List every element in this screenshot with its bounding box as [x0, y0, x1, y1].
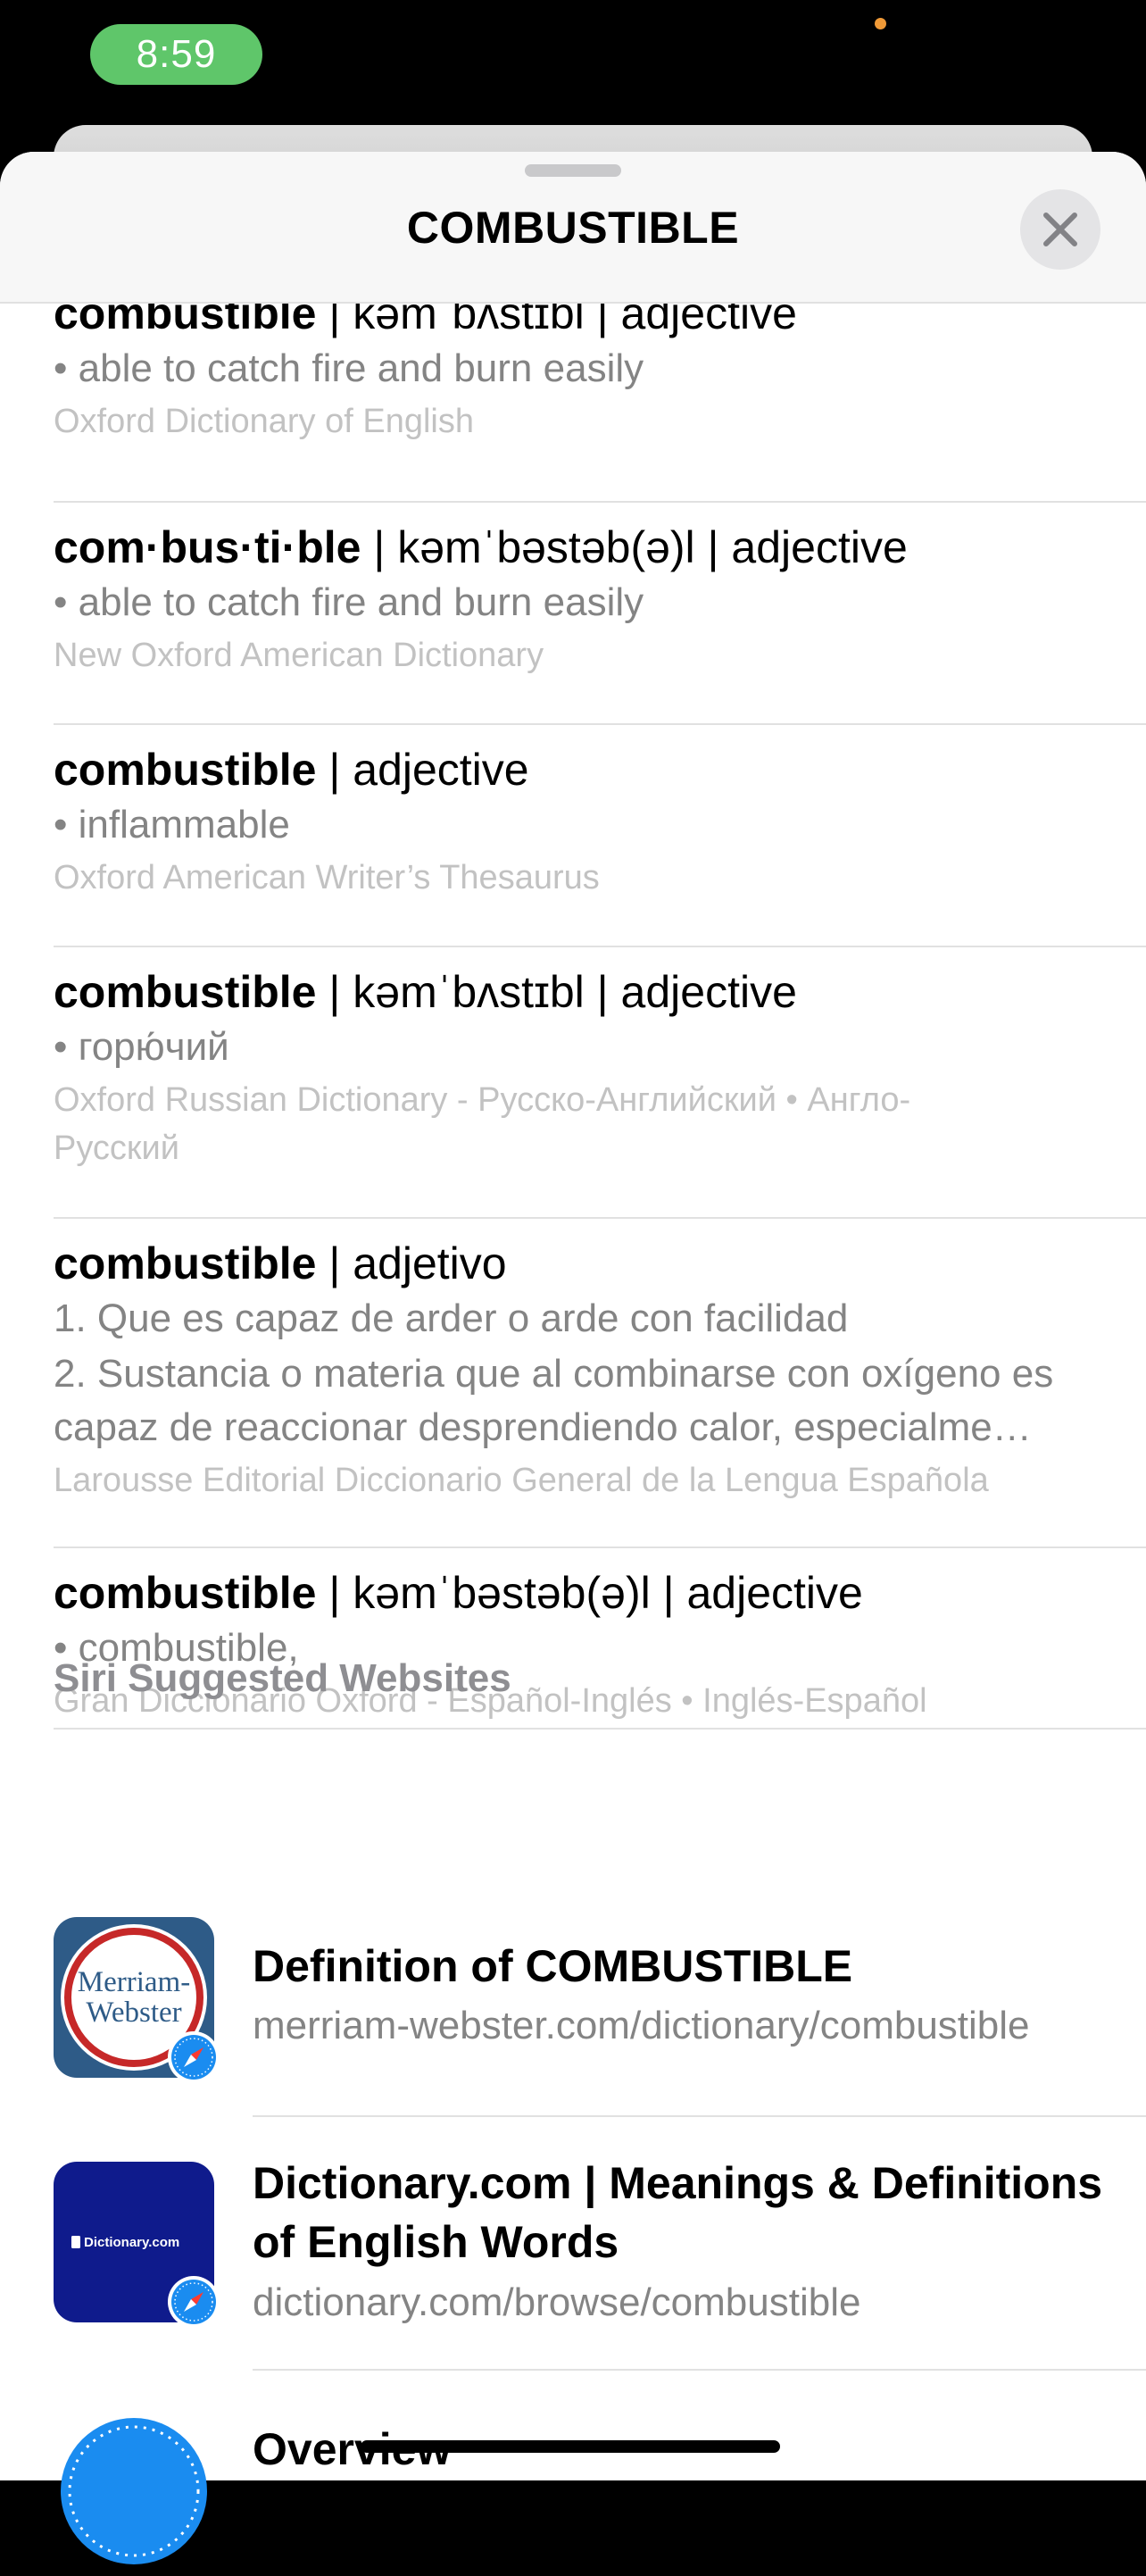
- xmark-icon: [1043, 213, 1077, 246]
- entry-headline: combustible | kəmˈbʌstɪbl | adjective: [54, 965, 946, 1019]
- merriam-logo-line2: Webster: [86, 1997, 181, 2029]
- safari-compass-badge-icon: [168, 2031, 220, 2083]
- entry-word: combustible: [54, 1238, 317, 1288]
- entry-source: Oxford Russian Dictionary - Русско-Англи…: [54, 1081, 911, 1167]
- safari-compass-icon: [54, 2411, 214, 2572]
- entry-word: combustible: [54, 745, 317, 795]
- entry-definition: • able to catch fire and burn easily: [54, 346, 644, 390]
- dictionary-logo-text: Dictionary.com: [84, 2235, 179, 2250]
- status-time: 8:59: [90, 24, 262, 85]
- sheet-grabber[interactable]: [525, 164, 621, 177]
- site-title: Definition of COMBUSTIBLE: [253, 1941, 853, 1991]
- dictionary-entry[interactable]: combustible | adjetivo 1. Que es capaz d…: [54, 1219, 1146, 1548]
- divider: [54, 1728, 1146, 1730]
- close-button[interactable]: [1020, 189, 1100, 270]
- site-url: dictionary.com/browse/combustible: [253, 2280, 861, 2324]
- siri-suggested-websites-header: Siri Suggested Websites: [54, 1656, 511, 1700]
- site-title: Dictionary.com | Meanings & Definitions …: [253, 2158, 1103, 2267]
- entry-headline: combustible | kəmˈbəstəb(ə)l | adjective: [54, 1566, 927, 1620]
- home-indicator[interactable]: [361, 2440, 780, 2453]
- entry-source: Larousse Editorial Diccionario General d…: [54, 1462, 989, 1499]
- merriam-logo-line1: Merriam-: [78, 1966, 190, 1998]
- entry-headline: combustible | adjective: [54, 743, 600, 796]
- entry-source: New Oxford American Dictionary: [54, 637, 544, 674]
- entry-word: com·bus·ti·ble: [54, 522, 361, 572]
- divider: [253, 2369, 1146, 2371]
- dictionary-entry[interactable]: com·bus·ti·ble | kəmˈbəstəb(ə)l | adject…: [54, 503, 1146, 725]
- dictionary-entry[interactable]: combustible | adjective • inflammable Ox…: [54, 725, 1146, 947]
- dictionary-entry[interactable]: combustible | kəmˈbʌstɪbl | adjective • …: [54, 288, 1146, 503]
- entry-pronunciation: | kəmˈbəstəb(ə)l | adjective: [361, 522, 908, 572]
- suggested-site-dictionary-com[interactable]: Dictionary.com Dictionary.com | Meanings…: [54, 2155, 1146, 2370]
- merriam-webster-logo: Merriam- Webster: [54, 1917, 220, 2083]
- entry-pronunciation: | kəmˈbəstəb(ə)l | adjective: [316, 1568, 863, 1618]
- results-list: combustible | kəmˈbʌstɪbl | adjective • …: [0, 288, 1146, 1745]
- privacy-indicator-dot: [875, 18, 886, 29]
- entry-definition: • горю́чий: [54, 1025, 229, 1069]
- sheet-title: COMBUSTIBLE: [406, 203, 740, 253]
- entry-pronunciation: | kəmˈbʌstɪbl | adjective: [316, 967, 797, 1017]
- entry-definition: • able to catch fire and burn easily: [54, 580, 644, 624]
- entry-pronunciation: | adjetivo: [316, 1238, 507, 1288]
- entry-source: Oxford Dictionary of English: [54, 403, 474, 440]
- suggested-site-merriam-webster[interactable]: Merriam- Webster Definition of COMBUSTIB…: [54, 1917, 1146, 2113]
- safari-compass-badge-icon: [168, 2276, 220, 2328]
- entry-headline: combustible | adjetivo: [54, 1237, 1125, 1290]
- entry-definition: 1. Que es capaz de arder o arde con faci…: [54, 1296, 849, 1340]
- divider: [253, 2115, 1146, 2117]
- entry-definition: • inflammable: [54, 803, 290, 846]
- dictionary-entry[interactable]: combustible | kəmˈbʌstɪbl | adjective • …: [54, 947, 1146, 1219]
- entry-source: Oxford American Writer’s Thesaurus: [54, 859, 600, 896]
- entry-headline: com·bus·ti·ble | kəmˈbəstəb(ə)l | adject…: [54, 521, 908, 574]
- sheet-header: COMBUSTIBLE: [0, 152, 1146, 304]
- entry-word: combustible: [54, 967, 317, 1017]
- entry-definition: 2. Sustancia o materia que al combinarse…: [54, 1352, 1054, 1449]
- lookup-sheet: COMBUSTIBLE combustible | kəmˈbʌstɪbl | …: [0, 152, 1146, 2480]
- entry-word: combustible: [54, 1568, 317, 1618]
- entry-pronunciation: | adjective: [316, 745, 529, 795]
- dictionary-com-logo: Dictionary.com: [54, 2162, 220, 2328]
- dictionary-entry[interactable]: combustible | kəmˈbəstəb(ə)l | adjective…: [54, 1548, 1146, 1745]
- site-url: merriam-webster.com/dictionary/combustib…: [253, 2004, 1030, 2047]
